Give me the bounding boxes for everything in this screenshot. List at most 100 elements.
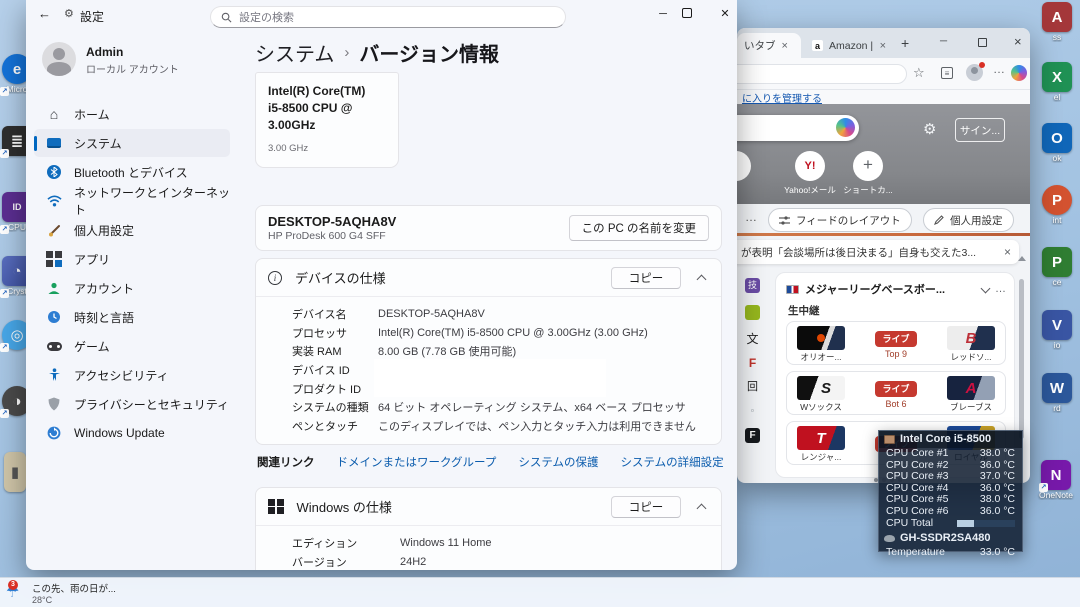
related-label: 関連リンク xyxy=(257,454,315,470)
rename-pc-button[interactable]: この PC の名前を変更 xyxy=(569,215,709,241)
breadcrumb-system[interactable]: システム xyxy=(255,38,334,67)
close-button[interactable]: ✕ xyxy=(710,2,737,25)
minimize-button[interactable]: ─ xyxy=(648,2,678,25)
copy-button[interactable]: コピー xyxy=(611,496,681,518)
maximize-button[interactable] xyxy=(682,8,692,18)
ntp-search-box[interactable] xyxy=(737,115,859,141)
desktop-icon-onenote[interactable]: N↗OneNote xyxy=(1032,460,1080,500)
address-bar[interactable] xyxy=(737,64,907,84)
weather-widget[interactable]: ☂ 3 この先、雨の日が... 28°C xyxy=(6,579,156,607)
section-title: デバイスの仕様 xyxy=(295,268,598,287)
sidebar-item-network[interactable]: ネットワークとインターネット xyxy=(34,187,230,215)
profile-avatar[interactable] xyxy=(966,64,983,81)
desktop-icon-powerpoint[interactable]: Pint xyxy=(1034,185,1080,225)
link-system-protection[interactable]: システムの保護 xyxy=(518,454,598,470)
sidebar-item-time-language[interactable]: 時刻と言語 xyxy=(34,303,230,331)
sidebar-item-windows-update[interactable]: Windows Update xyxy=(34,419,230,447)
sidebar-item-personalization[interactable]: 個人用設定 xyxy=(34,216,230,244)
green-app-icon: P xyxy=(1042,247,1072,277)
collapse-chevron-icon[interactable] xyxy=(697,274,707,284)
sidebar-item-privacy[interactable]: プライバシーとセキュリティ xyxy=(34,390,230,418)
tab-close-icon[interactable]: × xyxy=(880,40,886,52)
cpu-total-bar xyxy=(957,520,1015,527)
weather-temp: 28°C xyxy=(32,595,116,605)
device-model: HP ProDesk 600 G4 SFF xyxy=(268,230,396,242)
sidebar-item-bluetooth[interactable]: Bluetooth とデバイス xyxy=(34,158,230,186)
source-icon[interactable]: 技 xyxy=(745,278,760,293)
shortcut-tile-yahoo-mail[interactable]: Y! Yahoo!メール xyxy=(783,151,837,196)
weather-headline: この先、雨の日が... xyxy=(32,581,116,595)
personalize-button[interactable]: 個人用設定 xyxy=(923,208,1014,232)
new-tab-button[interactable]: + xyxy=(901,35,909,51)
source-icon[interactable]: ◦ xyxy=(745,404,760,419)
game-row[interactable]: オリオー... ライブTop 9 Bレッドソ... xyxy=(786,321,1006,365)
mlb-logo-icon xyxy=(786,285,799,294)
feed-more-icon[interactable]: … xyxy=(745,210,757,224)
redacted-ids-overlay xyxy=(374,359,606,397)
source-icon[interactable]: F xyxy=(745,428,760,443)
link-domain-workgroup[interactable]: ドメインまたはワークグループ xyxy=(337,454,497,470)
browser-tab-amazon[interactable]: a Amazon | ホ × xyxy=(805,33,893,58)
ticker-close-icon[interactable]: × xyxy=(1004,245,1011,259)
browser-tab-newtab[interactable]: いタブ × xyxy=(737,33,801,58)
sidebar-item-home[interactable]: ⌂ホーム xyxy=(34,100,230,128)
source-icon[interactable] xyxy=(745,305,760,320)
spec-row: プロセッサIntel(R) Core(TM) i5-8500 CPU @ 3.0… xyxy=(292,324,712,343)
desktop-icon-excel[interactable]: Xel xyxy=(1034,62,1080,102)
game-row[interactable]: SWソックス ライブBot 6 Aブレーブス xyxy=(786,371,1006,415)
signin-button[interactable]: サイン... xyxy=(955,118,1005,142)
feed-layout-button[interactable]: フィードのレイアウト xyxy=(768,208,912,232)
desktop-icon-green-app[interactable]: Pce xyxy=(1034,247,1080,287)
user-profile[interactable]: Admin ローカル アカウント xyxy=(42,42,232,78)
amazon-favicon: a xyxy=(812,40,823,51)
tab-close-icon[interactable]: × xyxy=(782,40,788,52)
desktop-icon-access[interactable]: Ass xyxy=(1034,2,1080,42)
sidebar-item-apps[interactable]: アプリ xyxy=(34,245,230,273)
desktop-icon-outlook[interactable]: Ook xyxy=(1034,123,1080,163)
favorite-star-icon[interactable]: ☆ xyxy=(913,65,925,81)
selected-indicator xyxy=(34,136,37,151)
desktop-icon-word[interactable]: Wrd xyxy=(1034,373,1080,413)
copilot-icon[interactable] xyxy=(1011,65,1027,81)
scroll-up-arrow[interactable] xyxy=(1018,256,1026,261)
source-icon[interactable]: 文 xyxy=(745,332,760,347)
manage-favorites-link[interactable]: に入りを管理する xyxy=(742,90,822,105)
settings-titlebar: ← ⚙ 設定 設定の検索 ─ ✕ xyxy=(26,0,737,30)
cpu-name-line2: i5-8500 CPU @ xyxy=(268,100,386,117)
ntp-background-photo: ⚙ サイン... Y! Yahoo!メール + ショートカ... xyxy=(737,104,1030,204)
ntp-settings-gear-icon[interactable]: ⚙ xyxy=(923,120,936,138)
collapse-chevron-icon[interactable] xyxy=(697,503,707,513)
sidebar-item-system[interactable]: システム xyxy=(34,129,230,157)
settings-search-input[interactable]: 設定の検索 xyxy=(210,6,566,28)
powerpoint-icon: P xyxy=(1042,185,1072,215)
desktop-icon-visio[interactable]: Vio xyxy=(1034,310,1080,350)
system-icon xyxy=(46,135,62,151)
news-ticker[interactable]: が表明「会談場所は後日決まる」自身も交えた3... × xyxy=(737,240,1019,264)
windows-spec-header[interactable]: Windows の仕様 コピー xyxy=(256,488,721,526)
sidebar-item-gaming[interactable]: ゲーム xyxy=(34,332,230,360)
whitesox-logo: S xyxy=(797,376,845,400)
chevron-down-icon[interactable] xyxy=(981,283,991,293)
link-advanced-settings[interactable]: システムの詳細設定 xyxy=(621,454,724,470)
scroll-thumb[interactable] xyxy=(1019,279,1024,439)
collections-icon[interactable]: ≡ xyxy=(941,67,953,79)
card-more-icon[interactable]: … xyxy=(995,283,1006,295)
disk-icon xyxy=(884,535,895,542)
sidebar-item-accessibility[interactable]: アクセシビリティ xyxy=(34,361,230,389)
back-button[interactable]: ← xyxy=(38,6,51,21)
related-links: 関連リンク ドメインまたはワークグループ システムの保護 システムの詳細設定 xyxy=(257,454,724,470)
browser-minimize-button[interactable]: ─ xyxy=(940,36,947,47)
source-icon[interactable]: 回 xyxy=(745,380,760,395)
browser-close-button[interactable]: × xyxy=(1014,34,1022,49)
shortcut-tile[interactable] xyxy=(737,151,751,181)
yahoo-mail-icon: Y! xyxy=(795,151,825,181)
copilot-icon[interactable] xyxy=(836,118,855,137)
sidebar-item-accounts[interactable]: アカウント xyxy=(34,274,230,302)
source-icon[interactable]: F xyxy=(745,356,760,371)
shortcut-tile-add[interactable]: + ショートカ... xyxy=(841,151,895,196)
browser-menu-icon[interactable]: … xyxy=(993,62,1005,76)
device-spec-header[interactable]: i デバイスの仕様 コピー xyxy=(256,259,721,297)
copy-button[interactable]: コピー xyxy=(611,267,681,289)
settings-main: システム › バージョン情報 Intel(R) Core(TM) i5-8500… xyxy=(238,30,737,570)
browser-maximize-button[interactable] xyxy=(978,38,987,47)
